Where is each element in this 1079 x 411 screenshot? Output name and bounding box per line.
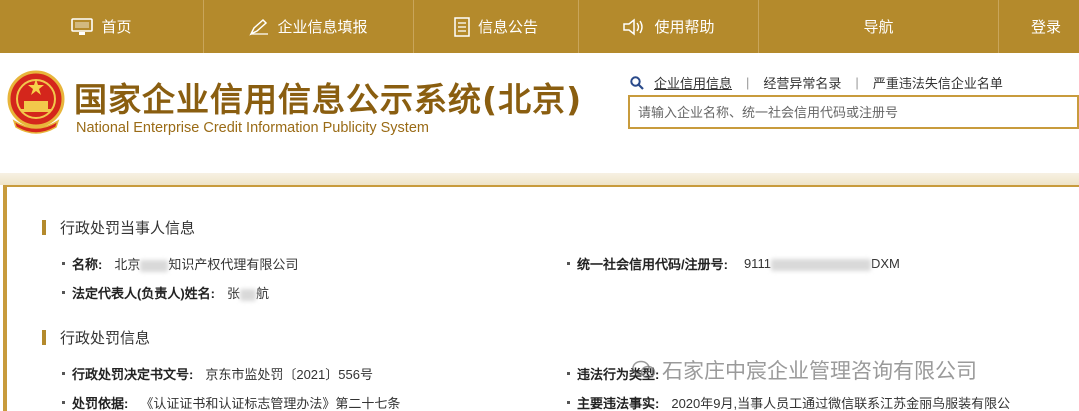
credit-code-label: 统一社会信用代码/注册号: (577, 257, 728, 272)
link-divider: | (855, 75, 859, 90)
nav-home[interactable]: 首页 (0, 0, 204, 53)
penalty-basis-row: 处罚依据: 《认证证书和认证标志管理办法》第二十七条 (62, 393, 400, 411)
violation-facts-row: 主要违法事实: 2020年9月,当事人员工通过微信联系江苏金丽鸟服装有限公 (567, 393, 1010, 411)
document-icon (454, 16, 470, 37)
nav-notice-label: 信息公告 (477, 19, 538, 36)
party-section-title-text: 行政处罚当事人信息 (60, 220, 196, 237)
penalty-basis-label: 处罚依据: (72, 396, 129, 411)
watermark: 石家庄中宸企业管理咨询有限公司 (632, 355, 977, 385)
watermark-text: 石家庄中宸企业管理咨询有限公司 (662, 360, 977, 383)
speaker-icon (623, 17, 644, 36)
legal-rep-value: 张航 (227, 283, 269, 302)
decision-number-row: 行政处罚决定书文号: 京东市监处罚〔2021〕556号 (62, 364, 373, 383)
header-divider (0, 173, 1079, 185)
redaction (770, 258, 871, 271)
credit-code-row: 统一社会信用代码/注册号: 9111 DXM (567, 254, 900, 273)
decision-number-label: 行政处罚决定书文号: (72, 367, 194, 382)
bullet (567, 372, 570, 375)
wechat-icon (632, 360, 656, 379)
bullet (62, 401, 65, 404)
bullet (567, 401, 570, 404)
nav-login-label: 登录 (1031, 19, 1062, 36)
bullet (62, 372, 65, 375)
penalty-basis-value: 《认证证书和认证标志管理办法》第二十七条 (140, 396, 401, 411)
link-serious-violation-list[interactable]: 严重违法失信企业名单 (873, 73, 1003, 92)
monitor-icon (71, 17, 94, 35)
link-abnormal-list[interactable]: 经营异常名录 (763, 73, 841, 92)
party-name-value: 北京 知识产权代理有限公司 (114, 254, 298, 273)
party-section-title: 行政处罚当事人信息 (42, 217, 195, 238)
violation-facts-value: 2020年9月,当事人员工通过微信联系江苏金丽鸟服装有限公 (671, 396, 1011, 411)
bullet (62, 291, 65, 294)
site-header: 国家企业信用信息公示系统(北京) National Enterprise Cre… (0, 53, 1079, 173)
violation-facts-label: 主要违法事实: (577, 396, 660, 411)
nav-fill-label: 企业信息填报 (277, 19, 368, 36)
nav-enterprise-fill[interactable]: 企业信息填报 (204, 0, 414, 53)
legal-rep-label: 法定代表人(负责人)姓名: (72, 286, 215, 301)
nav-help[interactable]: 使用帮助 (579, 0, 759, 53)
nav-notice[interactable]: 信息公告 (414, 0, 579, 53)
bullet (62, 262, 65, 265)
site-title: 国家企业信用信息公示系统(北京) (74, 80, 583, 119)
link-divider: | (746, 75, 750, 90)
credit-code-prefix: 9111 (743, 256, 771, 271)
top-nav: 首页 企业信息填报 信息公告 使用帮助 导航 登录 (0, 0, 1079, 53)
edit-icon (249, 18, 269, 36)
penalty-section-title-text: 行政处罚信息 (60, 330, 151, 347)
section-marker (42, 330, 46, 345)
section-marker (42, 220, 46, 235)
decision-number-value: 京东市监处罚〔2021〕556号 (205, 367, 373, 382)
nav-home-label: 首页 (101, 19, 132, 36)
link-enterprise-credit[interactable]: 企业信用信息 (654, 73, 732, 92)
site-subtitle: National Enterprise Credit Information P… (76, 120, 429, 136)
nav-guide-label: 导航 (863, 19, 894, 36)
nav-guide[interactable]: 导航 (759, 0, 999, 53)
bullet (567, 262, 570, 265)
nav-help-label: 使用帮助 (654, 19, 715, 36)
credit-code-suffix: DXM (870, 256, 900, 271)
search-icon (630, 75, 644, 90)
party-name-prefix: 北京 (114, 257, 141, 272)
search-box[interactable] (628, 95, 1079, 129)
penalty-section-title: 行政处罚信息 (42, 327, 150, 348)
party-name-row: 名称: 北京 知识产权代理有限公司 (62, 254, 298, 273)
national-emblem-icon (7, 70, 65, 134)
credit-code-value: 9111 DXM (744, 256, 900, 271)
legal-rep-row: 法定代表人(负责人)姓名: 张航 (62, 283, 269, 302)
search-type-links: 企业信用信息 | 经营异常名录 | 严重违法失信企业名单 (630, 73, 1003, 92)
redaction (240, 288, 257, 301)
legal-rep-suffix: 航 (256, 286, 270, 301)
party-name-suffix: 知识产权代理有限公司 (168, 257, 299, 272)
nav-login[interactable]: 登录 (999, 0, 1079, 53)
party-name-label: 名称: (72, 257, 103, 272)
redaction (140, 259, 169, 272)
legal-rep-prefix: 张 (227, 286, 241, 301)
search-input[interactable] (638, 104, 1077, 120)
